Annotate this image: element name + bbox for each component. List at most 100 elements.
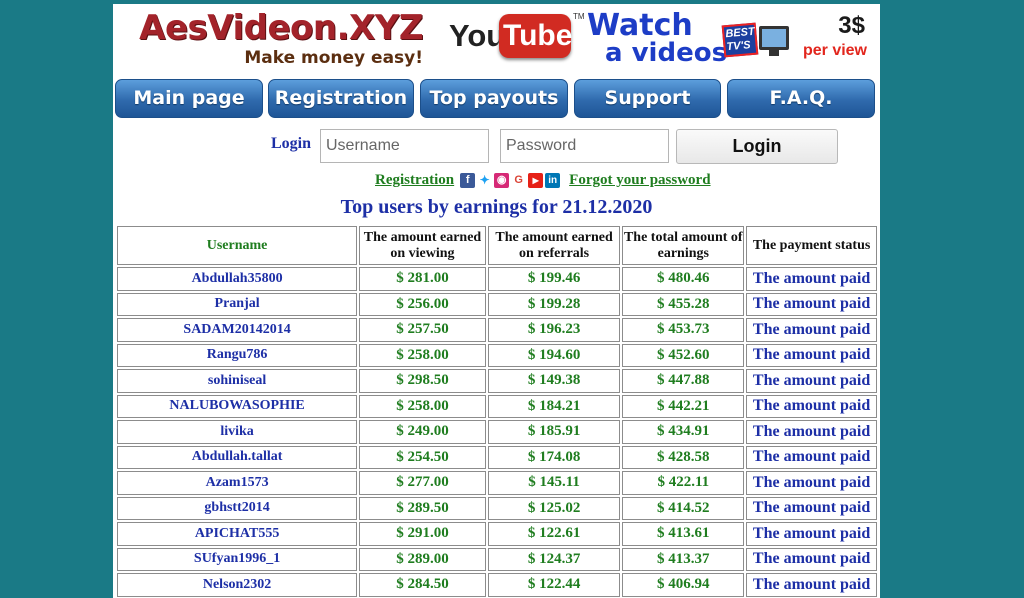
header-viewing: The amount earned on viewing [359, 226, 486, 265]
banner-price-label: per view [802, 42, 867, 59]
cell-viewing: $ 298.50 [359, 369, 486, 393]
cell-viewing: $ 256.00 [359, 292, 486, 316]
cell-referrals: $ 194.60 [487, 343, 621, 367]
table-row: livika $ 249.00 $ 185.91 $ 434.91 The am… [117, 420, 877, 444]
table-row: SUfyan1996_1 $ 289.00 $ 124.37 $ 413.37 … [117, 547, 877, 571]
table-row: Nelson2302 $ 284.50 $ 122.44 $ 406.94 Th… [117, 573, 877, 597]
cell-total: $ 413.61 [622, 522, 745, 546]
cell-total: $ 447.88 [622, 369, 745, 393]
cell-referrals: $ 199.46 [487, 267, 621, 291]
header-username: Username [117, 226, 358, 265]
registration-link[interactable]: Registration [375, 172, 454, 188]
cell-username: SADAM20142014 [117, 318, 358, 342]
site-logo[interactable]: AesVideon.XYZ Make money easy! [133, 8, 423, 74]
cell-status: The amount paid [746, 547, 877, 571]
banner-price-amount: 3$ [838, 12, 865, 39]
table-row: gbhstt2014 $ 289.50 $ 125.02 $ 414.52 Th… [117, 496, 877, 520]
nav-main-page[interactable]: Main page [115, 79, 263, 118]
nav-faq[interactable]: F.A.Q. [727, 79, 875, 118]
password-input[interactable] [500, 129, 669, 163]
cell-viewing: $ 281.00 [359, 267, 486, 291]
cell-total: $ 434.91 [622, 420, 745, 444]
banner-videos-text: a videos [605, 38, 728, 68]
linkedin-icon[interactable]: in [545, 172, 561, 188]
cell-status: The amount paid [746, 471, 877, 495]
facebook-icon[interactable]: f [460, 172, 476, 188]
cell-referrals: $ 124.37 [487, 547, 621, 571]
cell-status: The amount paid [746, 573, 877, 597]
nav-registration[interactable]: Registration [268, 79, 414, 118]
cell-viewing: $ 254.50 [359, 445, 486, 469]
forgot-password-link[interactable]: Forgot your password [569, 172, 710, 188]
table-row: sohiniseal $ 298.50 $ 149.38 $ 447.88 Th… [117, 369, 877, 393]
youtube-logo-icon: Tube [499, 14, 573, 58]
logo-title: AesVideon.XYZ [139, 8, 423, 48]
table-row: Azam1573 $ 277.00 $ 145.11 $ 422.11 The … [117, 471, 877, 495]
table-header-row: Username The amount earned on viewing Th… [117, 226, 877, 265]
cell-username: NALUBOWASOPHIE [117, 394, 358, 418]
nav-support[interactable]: Support [574, 79, 721, 118]
table-row: NALUBOWASOPHIE $ 258.00 $ 184.21 $ 442.2… [117, 394, 877, 418]
cell-viewing: $ 289.00 [359, 547, 486, 571]
ad-banner[interactable]: You Tube TM Watch a videos BEST TV'S 3$ … [439, 8, 875, 70]
table-row: Pranjal $ 256.00 $ 199.28 $ 455.28 The a… [117, 292, 877, 316]
cell-referrals: $ 199.28 [487, 292, 621, 316]
cell-status: The amount paid [746, 496, 877, 520]
table-row: SADAM20142014 $ 257.50 $ 196.23 $ 453.73… [117, 318, 877, 342]
cell-username: Abdullah35800 [117, 267, 358, 291]
cell-viewing: $ 249.00 [359, 420, 486, 444]
cell-referrals: $ 122.44 [487, 573, 621, 597]
cell-username: Nelson2302 [117, 573, 358, 597]
tv-icon [759, 26, 789, 50]
logo-tagline: Make money easy! [244, 48, 423, 68]
cell-status: The amount paid [746, 394, 877, 418]
google-icon[interactable]: G [511, 172, 527, 188]
earnings-table: Username The amount earned on viewing Th… [115, 224, 879, 598]
cell-referrals: $ 125.02 [487, 496, 621, 520]
cell-total: $ 406.94 [622, 573, 745, 597]
instagram-icon[interactable]: ◉ [494, 172, 510, 188]
twitter-icon[interactable]: ✦ [477, 172, 493, 188]
nav-top-payouts[interactable]: Top payouts [420, 79, 568, 118]
cell-total: $ 453.73 [622, 318, 745, 342]
cell-total: $ 452.60 [622, 343, 745, 367]
cell-viewing: $ 257.50 [359, 318, 486, 342]
youtube-logo-you: You [449, 18, 506, 53]
cell-referrals: $ 196.23 [487, 318, 621, 342]
cell-total: $ 413.37 [622, 547, 745, 571]
cell-username: sohiniseal [117, 369, 358, 393]
username-input[interactable] [320, 129, 489, 163]
cell-username: SUfyan1996_1 [117, 547, 358, 571]
cell-status: The amount paid [746, 318, 877, 342]
cell-username: Azam1573 [117, 471, 358, 495]
cell-total: $ 414.52 [622, 496, 745, 520]
youtube-icon[interactable]: ▶ [528, 172, 544, 188]
login-button[interactable]: Login [676, 129, 838, 164]
cell-total: $ 428.58 [622, 445, 745, 469]
table-row: Abdullah35800 $ 281.00 $ 199.46 $ 480.46… [117, 267, 877, 291]
cell-referrals: $ 122.61 [487, 522, 621, 546]
table-row: APICHAT555 $ 291.00 $ 122.61 $ 413.61 Th… [117, 522, 877, 546]
cell-total: $ 422.11 [622, 471, 745, 495]
table-row: Abdullah.tallat $ 254.50 $ 174.08 $ 428.… [117, 445, 877, 469]
header-referrals: The amount earned on referrals [487, 226, 621, 265]
cell-status: The amount paid [746, 292, 877, 316]
youtube-logo-tube: Tube [503, 19, 573, 52]
cell-referrals: $ 184.21 [487, 394, 621, 418]
cell-status: The amount paid [746, 343, 877, 367]
auth-links-row: Registration f ✦ ◉ G ▶ in Forgot your passwor… [375, 171, 711, 189]
header-status: The payment status [746, 226, 877, 265]
cell-referrals: $ 145.11 [487, 471, 621, 495]
cell-total: $ 455.28 [622, 292, 745, 316]
cell-username: Rangu786 [117, 343, 358, 367]
cell-viewing: $ 289.50 [359, 496, 486, 520]
cell-status: The amount paid [746, 267, 877, 291]
tv-stand-icon [769, 50, 779, 56]
cell-referrals: $ 174.08 [487, 445, 621, 469]
trademark-mark: TM [573, 12, 585, 21]
cell-viewing: $ 258.00 [359, 394, 486, 418]
cell-viewing: $ 258.00 [359, 343, 486, 367]
page-container: AesVideon.XYZ Make money easy! You Tube … [113, 4, 880, 598]
main-nav: Main page Registration Top payouts Suppo… [115, 79, 878, 119]
header-total: The total amount of earnings [622, 226, 745, 265]
